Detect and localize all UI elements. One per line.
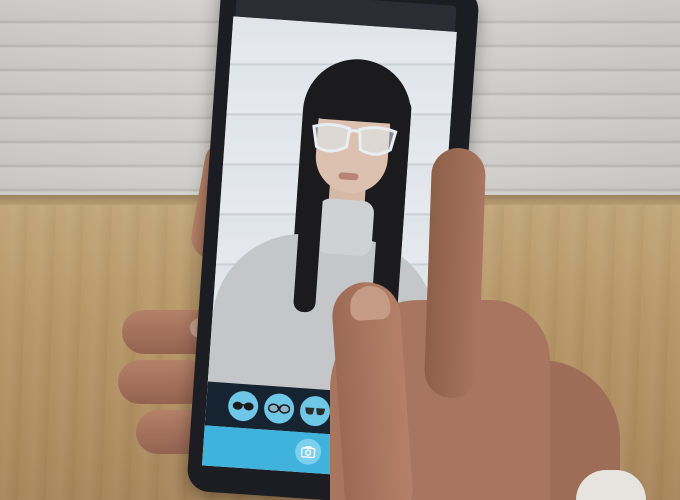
aviator-glasses-icon: [305, 407, 326, 416]
virtual-glasses-overlay: [312, 122, 398, 156]
right-finger-behind-phone: [423, 147, 487, 399]
filter-sunglasses[interactable]: [227, 390, 260, 423]
filter-aviator-glasses[interactable]: [299, 395, 332, 428]
camera-icon: [300, 446, 316, 459]
sunglasses-icon: [232, 401, 254, 411]
turtleneck-collar: [315, 197, 375, 257]
photo-scene: [0, 0, 680, 500]
round-glasses-icon: [267, 403, 291, 414]
shutter-button[interactable]: [294, 437, 323, 466]
lips: [338, 172, 359, 181]
filter-round-glasses[interactable]: [263, 392, 296, 425]
